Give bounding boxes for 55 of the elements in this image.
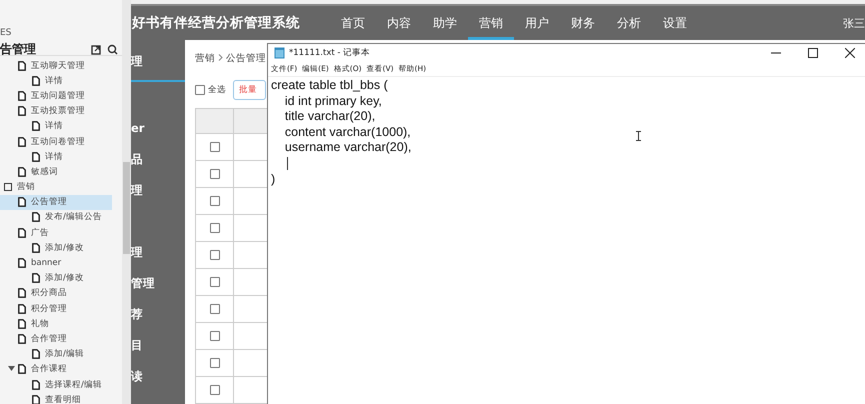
batch-delete-button[interactable]: 批量 (233, 80, 266, 100)
tree-item[interactable]: 敏感词 (0, 164, 112, 180)
tree-item[interactable]: 合作管理 (0, 331, 112, 347)
breadcrumb-current: 公告管理 (226, 52, 266, 64)
nav-tab[interactable]: 用户 (514, 6, 560, 40)
tree-item[interactable]: 发布/编辑公告 (0, 210, 112, 226)
sidebar-item[interactable]: 荐 (131, 299, 185, 330)
sidebar-item[interactable]: 目 (131, 330, 185, 361)
sidebar-item[interactable]: 理 (131, 40, 185, 82)
code-line: username varchar(20), (284, 140, 412, 156)
code-line: title varchar(20), (284, 109, 376, 125)
tree-item[interactable]: 互动聊天管理 (0, 58, 112, 74)
tree-item[interactable]: 积分管理 (0, 301, 112, 316)
nav-tab[interactable]: 分析 (606, 6, 652, 40)
select-all-label[interactable]: 全选 (208, 84, 226, 96)
tree-item[interactable]: 详情 (0, 118, 112, 134)
tree-item[interactable]: 详情 (0, 149, 112, 164)
tree-item[interactable]: 添加/修改 (0, 240, 112, 256)
tree-item[interactable]: 广告 (0, 225, 112, 240)
sidebar-item[interactable]: 管理 (131, 268, 185, 299)
nav-tab[interactable]: 助学 (422, 6, 468, 40)
nav-tab[interactable]: 营销 (468, 6, 514, 40)
tree-item[interactable]: banner (0, 255, 112, 271)
tree-item[interactable]: 添加/编辑 (0, 346, 112, 362)
tree-item[interactable]: 公告管理 (0, 194, 112, 210)
tree-item[interactable]: 互动问题管理 (0, 88, 112, 104)
sidebar-item[interactable]: er (131, 113, 185, 144)
tree-item[interactable]: 合作课程 (0, 362, 112, 377)
tree-item[interactable]: 互动问卷管理 (0, 134, 112, 150)
tree-item[interactable]: 添加/修改 (0, 270, 112, 286)
user-name[interactable]: 张三 (843, 16, 865, 30)
nav-tab[interactable]: 设置 (652, 6, 698, 40)
tree-item[interactable]: 礼物 (0, 316, 112, 332)
tree-item[interactable]: 查看明细 (0, 392, 112, 404)
code-line: ) (271, 172, 276, 188)
code-line: id int primary key, (284, 94, 382, 110)
tree-item[interactable]: 积分商品 (0, 286, 112, 301)
tree-item[interactable]: 营销 (0, 180, 112, 195)
section-label: ES (0, 28, 12, 38)
sidebar-item[interactable]: 品 (131, 144, 185, 175)
tree-item[interactable]: 详情 (0, 73, 112, 88)
nav-tab[interactable]: 财务 (560, 6, 606, 40)
code-line: content varchar(1000), (284, 124, 411, 140)
nav-tab[interactable]: 内容 (376, 6, 422, 40)
code-line: create table tbl_bbs ( (271, 78, 388, 94)
app-title: 好书有伴经营分析管理系统 (132, 14, 300, 32)
tree-item[interactable]: 互动投票管理 (0, 104, 112, 119)
breadcrumb-link[interactable]: 营销 (195, 52, 215, 64)
sidebar-item[interactable]: 理 (131, 175, 185, 206)
sidebar-item[interactable]: 理 (131, 237, 185, 268)
panel-title: 告管理 (0, 41, 37, 58)
window-title: *11111.txt - 记事本 (289, 47, 370, 59)
sidebar-item[interactable]: 读 (131, 361, 185, 392)
nav-tab[interactable]: 首页 (330, 6, 376, 40)
tree-item[interactable]: 选择课程/编辑 (0, 376, 112, 392)
